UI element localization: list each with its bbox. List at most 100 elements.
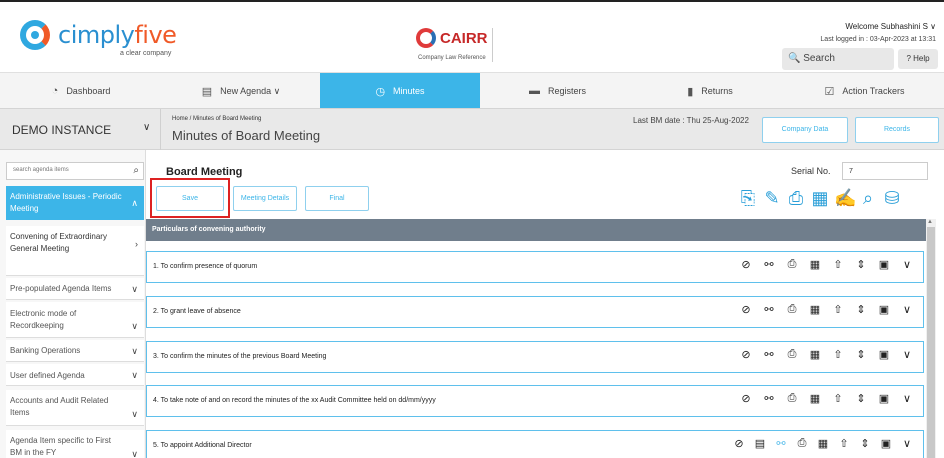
help-button[interactable]: ? Help <box>898 49 938 69</box>
sidebar-item-egm[interactable]: Convening of Extraordinary General Meeti… <box>6 226 144 276</box>
agenda-item-text: 4. To take note of and on record the min… <box>153 397 436 404</box>
company-data-button[interactable]: Company Data <box>762 117 848 143</box>
notes-icon[interactable]: ✍ <box>834 186 856 210</box>
word-icon[interactable]: ▦ <box>810 186 830 210</box>
reorder-icon[interactable]: ⇕ <box>855 258 867 271</box>
logo-icon <box>20 20 50 50</box>
agenda-actions: ⊘ ⚯ ⎙ ▦ ⇧ ⇕ ▣ ∨ <box>740 392 913 405</box>
agenda-item-text: 1. To confirm presence of quorum <box>153 263 258 270</box>
nav-new-agenda[interactable]: ▤ New Agenda ∨ <box>162 73 320 109</box>
list-icon: ▤ <box>201 85 213 98</box>
sidebar-item-label: Convening of Extraordinary General Meeti… <box>10 232 107 253</box>
block-icon[interactable]: ⊘ <box>740 303 752 316</box>
word-icon[interactable]: ▦ <box>809 392 821 405</box>
upload-icon[interactable]: ⇧ <box>832 392 844 405</box>
link-icon[interactable]: ⚯ <box>763 392 775 405</box>
agenda-item[interactable]: 5. To appoint Additional Director ⊘ ▤ ⚯ … <box>146 430 924 458</box>
meeting-details-button[interactable]: Meeting Details <box>233 186 297 211</box>
link-icon[interactable]: ⚯ <box>775 437 787 450</box>
chevron-down-icon[interactable]: ∨ <box>901 303 913 316</box>
sidebar-item-user-defined[interactable]: User defined Agenda ∨ <box>6 364 144 386</box>
pdf-icon[interactable]: ⎙ <box>786 303 798 316</box>
agenda-item[interactable]: 4. To take note of and on record the min… <box>146 385 924 417</box>
sidebar-item-administrative[interactable]: Administrative Issues - Periodic Meeting… <box>6 186 144 220</box>
chevron-down-icon[interactable]: ∨ <box>901 258 913 271</box>
chevron-down-icon: ∨ <box>131 345 138 356</box>
trash-icon[interactable]: ▣ <box>878 258 890 271</box>
link-icon[interactable]: ⚯ <box>763 258 775 271</box>
upload-icon[interactable]: ⇧ <box>832 303 844 316</box>
word-icon[interactable]: ▦ <box>817 437 829 450</box>
sidebar-item-label: Pre-populated Agenda Items <box>10 284 112 293</box>
search-input[interactable]: 🔍 Search <box>782 48 894 70</box>
pdf-icon[interactable]: ⎙ <box>786 348 798 361</box>
chevron-down-icon[interactable]: ∨ <box>901 437 913 450</box>
preview-icon[interactable]: ⌕ <box>858 186 878 210</box>
nav-label: Dashboard <box>66 86 111 96</box>
pdf-icon[interactable]: ⎙ <box>786 258 798 271</box>
sidebar-item-banking[interactable]: Banking Operations ∨ <box>6 340 144 362</box>
agenda-item[interactable]: 3. To confirm the minutes of the previou… <box>146 341 924 373</box>
scroll-up-icon[interactable]: ▲ <box>927 219 933 225</box>
nav-label: Minutes <box>393 86 425 96</box>
chevron-down-icon[interactable]: ∨ <box>901 348 913 361</box>
sidebar-item-accounts[interactable]: Accounts and Audit Related Items ∨ <box>6 390 144 426</box>
word-icon[interactable]: ▦ <box>809 303 821 316</box>
search-icon[interactable]: ⌕ <box>133 165 139 176</box>
sidebar-item-electronic[interactable]: Electronic mode of Recordkeeping ∨ <box>6 302 144 338</box>
chevron-down-icon[interactable]: ∨ <box>143 122 150 133</box>
nav-dashboard[interactable]: ◔ Dashboard <box>0 73 162 109</box>
breadcrumb[interactable]: Home / Minutes of Board Meeting <box>172 116 261 122</box>
agenda-item[interactable]: 2. To grant leave of absence ⊘ ⚯ ⎙ ▦ ⇧ ⇕… <box>146 296 924 328</box>
html-icon[interactable]: ⛁ <box>882 186 902 210</box>
link-icon[interactable]: ⚯ <box>763 348 775 361</box>
sidebar: search agenda items ⌕ Administrative Iss… <box>0 150 146 458</box>
pdf-icon[interactable]: ⎙ <box>786 186 806 210</box>
nav-action-trackers[interactable]: ☑ Action Trackers <box>785 73 944 109</box>
block-icon[interactable]: ⊘ <box>733 437 745 450</box>
user-menu[interactable]: Welcome Subhashini S ∨ <box>845 22 936 31</box>
sidebar-item-label: Accounts and Audit Related Items <box>10 396 109 417</box>
cairr-logo[interactable]: CAIRR <box>416 28 488 48</box>
scroll-thumb[interactable] <box>927 227 935 458</box>
instance-name[interactable]: DEMO INSTANCE <box>12 123 111 137</box>
word-icon[interactable]: ▦ <box>809 348 821 361</box>
nav-registers[interactable]: ▬ Registers <box>480 73 635 109</box>
upload-icon[interactable]: ⇧ <box>832 348 844 361</box>
link-icon[interactable]: ⚯ <box>763 303 775 316</box>
records-button[interactable]: Records <box>855 117 939 143</box>
pdf-icon[interactable]: ⎙ <box>796 437 808 450</box>
nav-minutes[interactable]: ◷ Minutes <box>320 73 480 109</box>
sidebar-item-first-bm[interactable]: Agenda Item specific to First BM in the … <box>6 430 144 458</box>
list-icon[interactable]: ▤ <box>754 437 766 450</box>
scrollbar[interactable]: ▲ <box>926 219 936 458</box>
trash-icon[interactable]: ▣ <box>880 437 892 450</box>
trash-icon[interactable]: ▣ <box>878 392 890 405</box>
upload-icon[interactable]: ⇧ <box>832 258 844 271</box>
copy-document-icon[interactable]: ⎘ <box>738 186 758 210</box>
reorder-icon[interactable]: ⇕ <box>855 392 867 405</box>
agenda-search-input[interactable]: search agenda items ⌕ <box>6 162 144 180</box>
block-icon[interactable]: ⊘ <box>740 348 752 361</box>
final-button[interactable]: Final <box>305 186 369 211</box>
reorder-icon[interactable]: ⇕ <box>855 348 867 361</box>
trash-icon[interactable]: ▣ <box>878 348 890 361</box>
trash-icon[interactable]: ▣ <box>878 303 890 316</box>
last-bm-date: Last BM date : Thu 25-Aug-2022 <box>633 116 749 125</box>
minutes-edit-icon[interactable]: ✎ <box>762 186 782 210</box>
upload-icon[interactable]: ⇧ <box>838 437 850 450</box>
agenda-item[interactable]: 1. To confirm presence of quorum ⊘ ⚯ ⎙ ▦… <box>146 251 924 283</box>
block-icon[interactable]: ⊘ <box>740 392 752 405</box>
reorder-icon[interactable]: ⇕ <box>859 437 871 450</box>
nav-returns[interactable]: ▮ Returns <box>635 73 785 109</box>
cimplyfive-logo[interactable]: cimplyfive <box>20 20 177 50</box>
block-icon[interactable]: ⊘ <box>740 258 752 271</box>
chevron-down-icon[interactable]: ∨ <box>901 392 913 405</box>
logo-subtitle: a clear company <box>120 50 172 57</box>
pdf-icon[interactable]: ⎙ <box>786 392 798 405</box>
save-highlight <box>150 178 230 218</box>
word-icon[interactable]: ▦ <box>809 258 821 271</box>
reorder-icon[interactable]: ⇕ <box>855 303 867 316</box>
serial-number-input[interactable]: 7 <box>842 162 928 180</box>
sidebar-item-prepopulated[interactable]: Pre-populated Agenda Items ∨ <box>6 278 144 300</box>
